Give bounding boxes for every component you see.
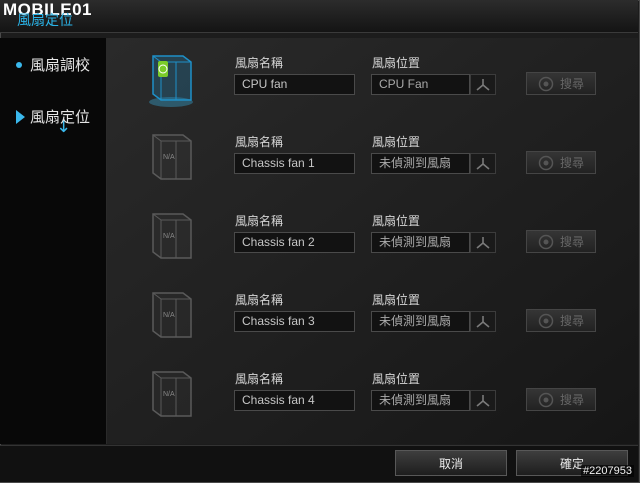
sidebar: 風扇調校 ↓ 風扇定位 bbox=[0, 38, 107, 444]
fan-position-label: 風扇位置 bbox=[372, 135, 421, 149]
fan-name-label: 風扇名稱 bbox=[235, 135, 284, 149]
fan-row: N/A 風扇名稱 Chassis fan 3 風扇位置未偵測到風扇 搜尋 bbox=[107, 275, 638, 354]
fan-row: N/A 風扇名稱 Chassis fan 2 風扇位置未偵測到風扇 搜尋 bbox=[107, 196, 638, 275]
radar-icon bbox=[538, 392, 554, 408]
radar-icon bbox=[538, 313, 554, 329]
fan-image-text: N/A bbox=[163, 154, 175, 161]
fan-position-icon bbox=[470, 153, 496, 174]
watermark: #2207953 bbox=[581, 465, 634, 477]
fan-name-label: 風扇名稱 bbox=[235, 293, 284, 307]
search-button-label: 搜尋 bbox=[559, 77, 584, 91]
fan-name-label: 風扇名稱 bbox=[235, 56, 284, 70]
cancel-button[interactable]: 取消 bbox=[395, 450, 507, 476]
search-button-label: 搜尋 bbox=[559, 156, 584, 170]
radar-icon bbox=[538, 155, 554, 171]
fan-position-field[interactable]: CPU Fan bbox=[371, 74, 470, 95]
fan-list: 風扇名稱 CPU fan 風扇位置 CPU Fan 搜尋 N/A 風扇名稱 Chassis f… bbox=[107, 38, 638, 444]
fan-image: N/A bbox=[147, 208, 197, 268]
bullet-icon bbox=[16, 61, 22, 68]
fan-name-field[interactable]: Chassis fan 4 bbox=[234, 390, 355, 411]
fan-row: 風扇名稱 CPU fan 風扇位置 CPU Fan 搜尋 bbox=[107, 38, 638, 117]
fan-position-label: 風扇位置 bbox=[372, 293, 421, 307]
window-title: 風扇定位 bbox=[17, 13, 73, 29]
title-bar: MOBILE01 風扇定位 bbox=[0, 0, 638, 33]
radar-icon bbox=[538, 76, 554, 92]
fan-image-text: N/A bbox=[163, 391, 175, 398]
fan-image: N/A bbox=[147, 366, 197, 426]
fan-name-label: 風扇名稱 bbox=[235, 214, 284, 228]
sidebar-item-label: 風扇定位 bbox=[30, 108, 91, 126]
fan-image bbox=[147, 50, 197, 110]
fan-position-label: 風扇位置 bbox=[372, 372, 421, 386]
search-button[interactable]: 搜尋 bbox=[526, 230, 596, 253]
fan-row: N/A 風扇名稱 Chassis fan 4 風扇位置未偵測到風扇 搜尋 bbox=[107, 354, 638, 433]
fan-position-field[interactable]: 未偵測到風扇 bbox=[371, 390, 470, 411]
fan-name-field[interactable]: CPU fan bbox=[234, 74, 355, 95]
fan-position-icon bbox=[470, 74, 496, 95]
active-marker-icon bbox=[16, 109, 25, 124]
fan-image: N/A bbox=[147, 129, 197, 189]
fan-position-icon bbox=[470, 232, 496, 253]
search-button[interactable]: 搜尋 bbox=[526, 72, 596, 95]
fan-image-text: N/A bbox=[163, 312, 175, 319]
fan-position-field[interactable]: 未偵測到風扇 bbox=[371, 153, 470, 174]
search-button[interactable]: 搜尋 bbox=[526, 309, 596, 332]
fan-name-field[interactable]: Chassis fan 3 bbox=[234, 311, 355, 332]
fan-name-label: 風扇名稱 bbox=[235, 372, 284, 386]
search-button-label: 搜尋 bbox=[559, 314, 584, 328]
fan-position-label: 風扇位置 bbox=[372, 214, 421, 228]
sidebar-item-fan-positioning[interactable]: 風扇定位 bbox=[16, 106, 90, 127]
fan-name-field[interactable]: Chassis fan 1 bbox=[234, 153, 355, 174]
fan-image: N/A bbox=[147, 287, 197, 347]
search-button-label: 搜尋 bbox=[559, 393, 584, 407]
fan-image-text: N/A bbox=[163, 233, 175, 240]
fan-position-label: 風扇位置 bbox=[372, 56, 421, 70]
fan-row: N/A 風扇名稱 Chassis fan 1 風扇位置未偵測到風扇 搜尋 bbox=[107, 117, 638, 196]
radar-icon bbox=[538, 234, 554, 250]
fan-name-field[interactable]: Chassis fan 2 bbox=[234, 232, 355, 253]
fan-position-field[interactable]: 未偵測到風扇 bbox=[371, 311, 470, 332]
sidebar-item-label: 風扇調校 bbox=[30, 56, 91, 74]
search-button[interactable]: 搜尋 bbox=[526, 151, 596, 174]
search-button[interactable]: 搜尋 bbox=[526, 388, 596, 411]
fan-position-field[interactable]: 未偵測到風扇 bbox=[371, 232, 470, 253]
fan-position-icon bbox=[470, 311, 496, 332]
search-button-label: 搜尋 bbox=[559, 235, 584, 249]
sidebar-item-fan-tuning[interactable]: 風扇調校 bbox=[16, 54, 90, 75]
fan-position-icon bbox=[470, 390, 496, 411]
